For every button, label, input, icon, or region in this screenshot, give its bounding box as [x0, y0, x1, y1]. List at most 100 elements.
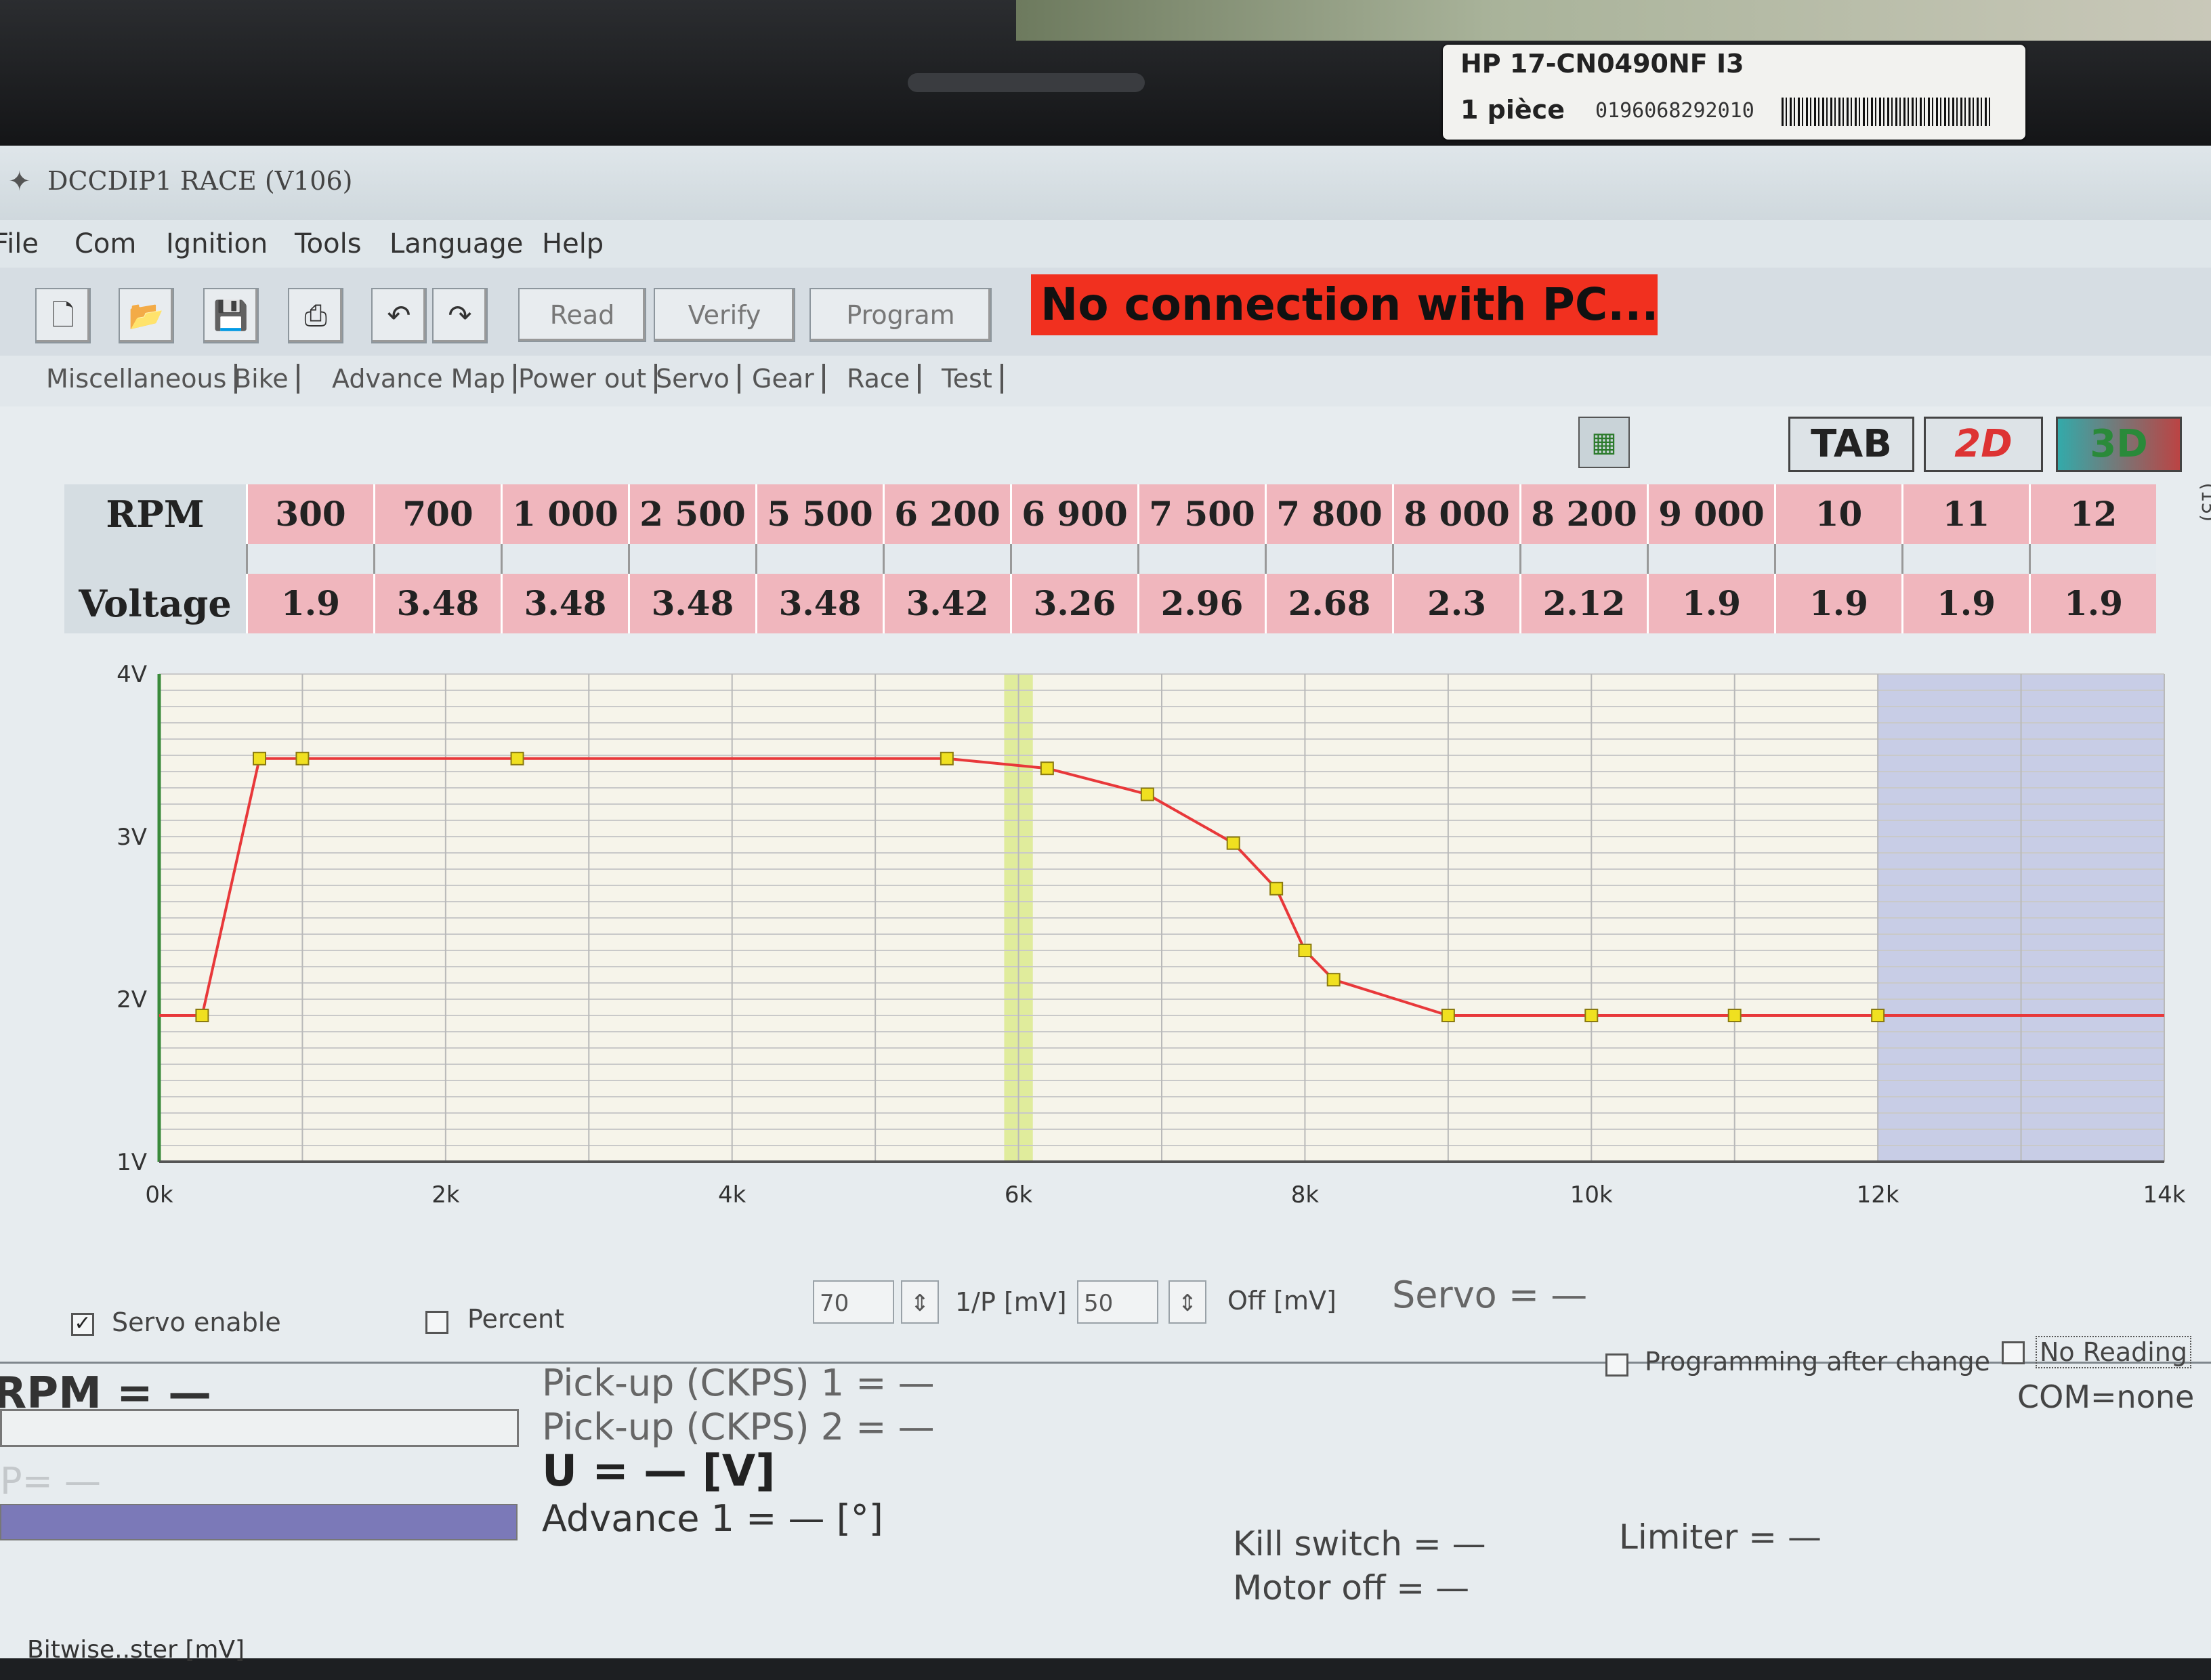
rpm-cell[interactable]: 6 200	[883, 484, 1010, 544]
rpm-cell[interactable]: 11 000	[1901, 484, 2029, 593]
rpm-cell[interactable]: 1 000	[501, 484, 628, 544]
tab-view-button[interactable]: TAB	[1788, 417, 1914, 472]
redo-icon[interactable]: ↷	[432, 288, 488, 343]
bezel-camera-slot	[908, 73, 1145, 92]
tab-race[interactable]: Race	[847, 364, 921, 394]
voltage-cell[interactable]: 3.42	[883, 574, 1010, 633]
tab-servo[interactable]: Servo	[656, 364, 740, 394]
no-reading-checkbox[interactable]	[2002, 1341, 2025, 1364]
x-tick-label: 8k	[1291, 1181, 1320, 1209]
table-spacer-cell	[373, 544, 501, 574]
table-spacer-cell	[2029, 544, 2156, 574]
rpm-cell[interactable]: 5 500	[755, 484, 883, 544]
voltage-cell[interactable]: 3.48	[628, 574, 755, 633]
table-spacer-cell	[1265, 544, 1392, 574]
p-readout: P= —	[0, 1460, 101, 1503]
rpm-cell[interactable]: 700	[373, 484, 501, 544]
voltage-cell[interactable]: 1.9	[1647, 574, 1774, 633]
voltage-cell[interactable]: 2.12	[1519, 574, 1647, 633]
curve-point-marker	[1140, 787, 1154, 801]
voltage-cell[interactable]: 2.3	[1392, 574, 1519, 633]
rpm-cell[interactable]: 8 200	[1519, 484, 1647, 544]
x-tick-label: 2k	[431, 1181, 460, 1209]
off-mv-input[interactable]: 50	[1077, 1280, 1158, 1324]
undo-icon[interactable]: ↶	[371, 288, 427, 343]
voltage-cell[interactable]: 2.68	[1265, 574, 1392, 633]
rpm-cell[interactable]: 12 000	[2029, 484, 2156, 593]
tab-miscellaneous[interactable]: Miscellaneous	[46, 364, 238, 394]
servo-enable-checkbox[interactable]: ✓	[71, 1313, 94, 1336]
limiter-readout: Limiter = —	[1619, 1517, 1822, 1557]
rpm-cell[interactable]: 7 500	[1137, 484, 1265, 544]
app-icon: ✦	[8, 166, 31, 197]
rpm-cell[interactable]: 8 000	[1392, 484, 1519, 544]
curve-point-marker	[1040, 761, 1054, 776]
x-tick-label: 10k	[1570, 1181, 1613, 1209]
rpm-cell[interactable]: 6 900	[1010, 484, 1137, 544]
program-button[interactable]: Program	[809, 288, 992, 342]
voltage-cell[interactable]: 1.9	[2029, 574, 2156, 633]
rpm-cell[interactable]: 9 000	[1647, 484, 1774, 544]
voltage-curve-chart: 1V 2V 3V 4V 0k 2k 4k 6k 8k 10k 12k 14k	[0, 647, 2211, 1365]
pulse-mv-unit: 1/P [mV]	[955, 1287, 1067, 1317]
3d-view-button[interactable]: 3D	[2056, 417, 2182, 472]
verify-button[interactable]: Verify	[654, 288, 795, 342]
pickup2-readout: Pick-up (CKPS) 2 = —	[542, 1406, 935, 1448]
rpm-cell[interactable]: 10 000	[1774, 484, 1901, 593]
voltage-cell[interactable]: 3.48	[373, 574, 501, 633]
motor-off-readout: Motor off = —	[1233, 1568, 1470, 1608]
table-spacer-cell	[1774, 544, 1901, 574]
curve-point-marker	[253, 751, 266, 765]
com-port-readout: COM=none	[2017, 1379, 2195, 1415]
voltage-cell[interactable]: 3.48	[755, 574, 883, 633]
pulse-mv-input[interactable]: 70	[813, 1280, 894, 1324]
table-copy-icon[interactable]: ▦	[1578, 417, 1630, 468]
table-spacer-cell	[755, 544, 883, 574]
voltage-cell[interactable]: 2.96	[1137, 574, 1265, 633]
menu-ignition[interactable]: Ignition	[166, 228, 268, 259]
connection-status: No connection with PC...	[1031, 274, 1658, 335]
y-tick-label: 3V	[117, 824, 147, 851]
rpm-cell[interactable]: 300	[246, 484, 373, 544]
voltage-cell[interactable]: 1.9	[246, 574, 373, 633]
sticker-code: 0196068292010	[1595, 99, 1754, 123]
open-folder-icon[interactable]: 📂	[119, 288, 174, 343]
product-sticker: HP 17-CN0490NF I3 1 pièce 0196068292010	[1443, 45, 2025, 140]
y-tick-label: 4V	[117, 661, 147, 688]
rpm-cell[interactable]: 7 800	[1265, 484, 1392, 544]
tab-advance-map[interactable]: Advance Map	[332, 364, 516, 394]
percent-checkbox[interactable]	[425, 1311, 448, 1334]
curve-point-marker	[1269, 881, 1284, 896]
menu-com[interactable]: Com	[75, 228, 136, 259]
menu-help[interactable]: Help	[542, 228, 604, 259]
rpm-cell[interactable]: 2 500	[628, 484, 755, 544]
tab-test[interactable]: Test	[942, 364, 1003, 394]
voltage-cell[interactable]: 3.26	[1010, 574, 1137, 633]
tab-power-out[interactable]: Power out	[518, 364, 658, 394]
advance-readout: Advance 1 = — [°]	[542, 1497, 883, 1540]
curve-point-marker	[1584, 1009, 1599, 1022]
window-title: DCCDIP1 RACE (V106)	[47, 166, 353, 196]
read-button[interactable]: Read	[518, 288, 646, 342]
menu-tools[interactable]: Tools	[295, 228, 362, 259]
off-mv-stepper-icon[interactable]: ⇕	[1168, 1280, 1206, 1324]
menu-file[interactable]: File	[0, 228, 39, 259]
curve-point-marker	[1326, 973, 1341, 987]
tab-bike[interactable]: Bike	[234, 364, 299, 394]
2d-view-button[interactable]: 2D	[1924, 417, 2043, 472]
curve-point-marker	[510, 751, 524, 765]
voltage-cell[interactable]: 1.9	[1901, 574, 2029, 633]
tab-bar: Miscellaneous Bike Advance Map Power out…	[0, 356, 2211, 406]
new-file-icon[interactable]: 🗋	[35, 288, 91, 343]
voltage-cell[interactable]: 3.48	[501, 574, 628, 633]
voltage-cell[interactable]: 1.9	[1774, 574, 1901, 633]
programming-after-change-checkbox[interactable]	[1605, 1353, 1628, 1377]
tab-gear[interactable]: Gear	[752, 364, 825, 394]
menu-language[interactable]: Language	[389, 228, 523, 259]
save-icon[interactable]: 💾	[203, 288, 259, 343]
title-bar: ✦ DCCDIP1 RACE (V106)	[0, 146, 2211, 220]
table-spacer-cell	[1647, 544, 1774, 574]
print-icon[interactable]: ⎙	[288, 288, 343, 343]
pulse-mv-stepper-icon[interactable]: ⇕	[901, 1280, 939, 1324]
curve-point-marker	[1871, 1009, 1885, 1022]
